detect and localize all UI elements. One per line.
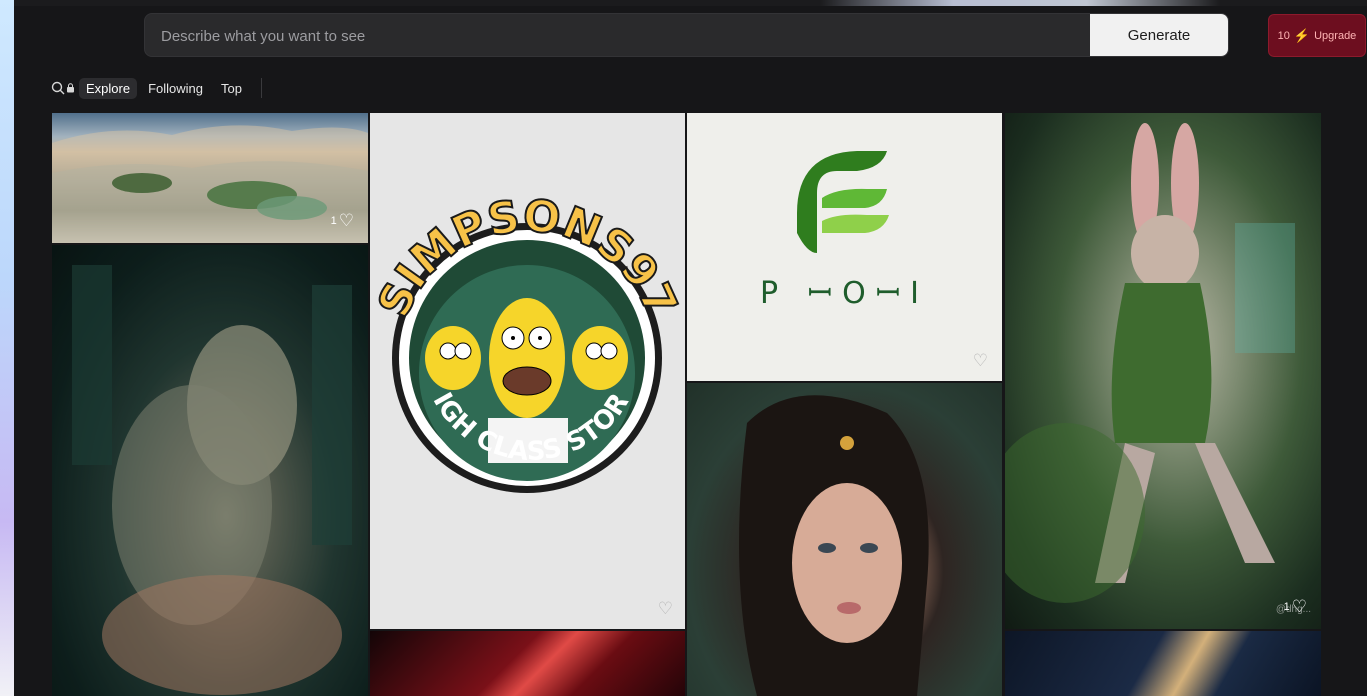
nav-divider <box>260 78 262 98</box>
prompt-input[interactable] <box>159 14 1083 58</box>
portrait-image <box>739 395 929 696</box>
prompt-bar: Generate <box>144 13 1229 58</box>
heart-icon[interactable]: ♡ <box>1292 598 1307 615</box>
gallery-item-desert-dunes[interactable]: 1 ♡ <box>52 113 368 243</box>
upgrade-button[interactable]: 10 ⚡ Upgrade <box>1268 14 1366 57</box>
like-counter[interactable]: ♡ <box>971 352 988 369</box>
desert-image <box>52 125 368 243</box>
heart-icon[interactable]: ♡ <box>339 212 354 229</box>
lightning-bolt-icon: ⚡ <box>1293 27 1311 43</box>
desktop-edge <box>0 0 14 696</box>
tab-explore[interactable]: Explore <box>79 77 138 99</box>
like-counter[interactable]: ♡ <box>656 600 673 617</box>
heart-icon[interactable]: ♡ <box>973 352 988 369</box>
like-counter[interactable]: 1 ♡ <box>331 212 354 229</box>
nav-icons <box>51 81 75 95</box>
generate-button[interactable]: Generate <box>1090 14 1228 56</box>
gallery-item-green-f-logo[interactable]: P ꟷOꟷI ♡ <box>687 113 1002 381</box>
green-f-logo-image <box>797 151 889 253</box>
like-count: 1 <box>330 214 337 227</box>
tab-top[interactable]: Top <box>214 78 249 99</box>
explore-nav: Explore Following Top <box>51 77 262 99</box>
upgrade-label: Upgrade <box>1314 29 1357 42</box>
gallery-item-navy-gold[interactable] <box>1005 631 1321 696</box>
heart-icon[interactable]: ♡ <box>658 600 673 617</box>
search-icon[interactable] <box>51 81 65 95</box>
figures-image <box>52 245 368 696</box>
gallery-item-portrait-woman[interactable] <box>687 383 1002 696</box>
gallery-item-dark-figures[interactable] <box>52 245 368 696</box>
credits-count: 10 <box>1277 29 1290 42</box>
tab-following[interactable]: Following <box>141 78 210 99</box>
lock-icon[interactable] <box>66 83 75 93</box>
gallery-item-rabbit-creature[interactable]: @dhg... 1 ♡ <box>1005 113 1321 629</box>
logo-wordmark: P ꟷOꟷI <box>760 276 929 311</box>
simpsons-logo-image: SIMPSONS97 HIGH CLASS STORE <box>370 113 685 493</box>
like-counter[interactable]: 1 ♡ <box>1284 598 1307 615</box>
like-count: 1 <box>1283 600 1290 613</box>
gallery-item-simpsons-logo[interactable]: SIMPSONS97 HIGH CLASS STORE ♡ <box>370 113 685 629</box>
rabbit-image <box>1005 123 1295 603</box>
gallery-item-red-abstract[interactable] <box>370 631 685 696</box>
